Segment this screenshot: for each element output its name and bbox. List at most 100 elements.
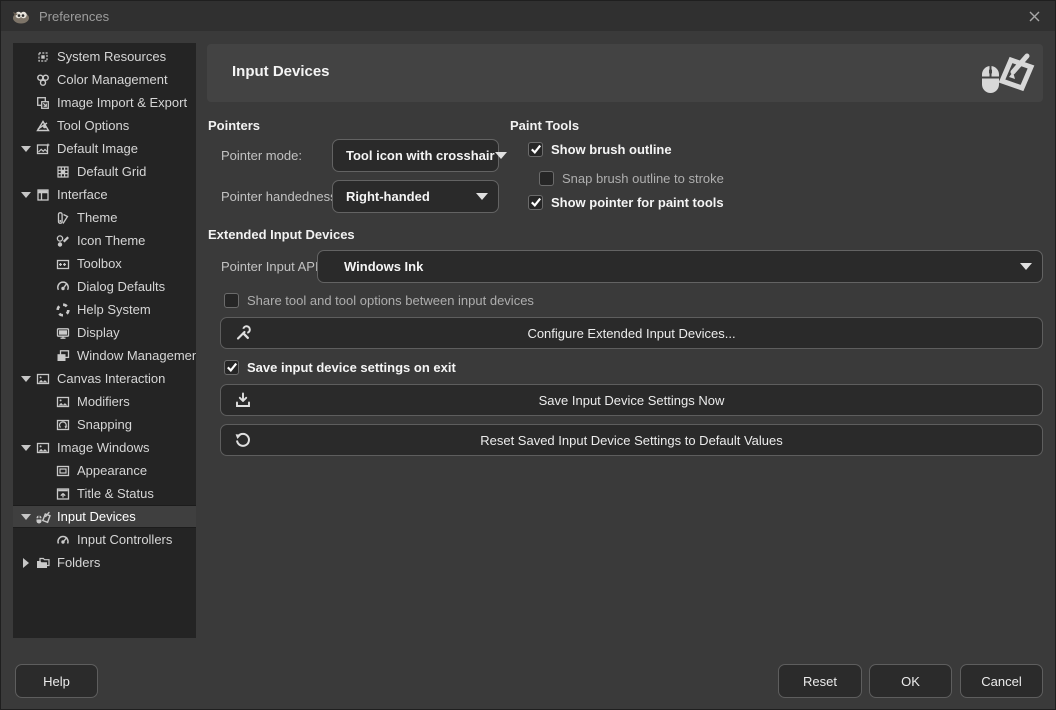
sidebar-item-label: Color Management — [57, 72, 168, 87]
share-tool-options-checkbox[interactable]: Share tool and tool options between inpu… — [224, 289, 534, 311]
expander-down-icon[interactable] — [17, 192, 35, 198]
reset-button[interactable]: Reset — [778, 664, 862, 698]
sidebar-item-label: Canvas Interaction — [57, 371, 165, 386]
sidebar-item-icon-theme[interactable]: Icon Theme — [13, 229, 196, 252]
checkbox-label: Snap brush outline to stroke — [562, 171, 724, 186]
dialog-defaults-icon — [55, 279, 71, 295]
sidebar-item-label: Input Devices — [57, 509, 136, 524]
show-pointer-for-paint-tools-checkbox[interactable]: Show pointer for paint tools — [528, 191, 724, 213]
page-header: Input Devices — [207, 44, 1043, 102]
configure-extended-input-devices-button[interactable]: Configure Extended Input Devices... — [220, 317, 1043, 349]
snap-brush-outline-checkbox[interactable]: Snap brush outline to stroke — [539, 167, 724, 189]
checkbox-icon[interactable] — [224, 293, 239, 308]
help-button[interactable]: Help — [15, 664, 98, 698]
gimp-wilber-icon — [11, 8, 31, 24]
theme-icon — [55, 210, 71, 226]
sidebar-item-folders[interactable]: Folders — [13, 551, 196, 574]
pointer-handedness-value: Right-handed — [346, 189, 430, 204]
pointer-mode-dropdown[interactable]: Tool icon with crosshair — [332, 139, 499, 172]
sidebar-item-window-management[interactable]: Window Management — [13, 344, 196, 367]
appearance-icon — [55, 463, 71, 479]
button-label: Reset — [803, 674, 837, 689]
expander-down-icon[interactable] — [17, 514, 35, 520]
checkbox-icon[interactable] — [224, 360, 239, 375]
checkbox-label: Share tool and tool options between inpu… — [247, 293, 534, 308]
sidebar-item-toolbox[interactable]: Toolbox — [13, 252, 196, 275]
folders-icon — [35, 555, 51, 571]
preferences-window: Preferences System Resources Color Manage… — [0, 0, 1056, 710]
pointer-handedness-dropdown[interactable]: Right-handed — [332, 180, 499, 213]
sidebar-item-label: Appearance — [77, 463, 147, 478]
sidebar-item-label: Image Windows — [57, 440, 149, 455]
sidebar-item-label: Display — [77, 325, 120, 340]
sidebar-item-default-image[interactable]: Default Image — [13, 137, 196, 160]
sidebar-item-image-import-export[interactable]: Image Import & Export — [13, 91, 196, 114]
default-image-icon — [35, 141, 51, 157]
sidebar-item-label: Input Controllers — [77, 532, 172, 547]
sidebar-item-color-management[interactable]: Color Management — [13, 68, 196, 91]
sidebar-item-interface[interactable]: Interface — [13, 183, 196, 206]
expander-down-icon[interactable] — [17, 445, 35, 451]
sidebar-item-help-system[interactable]: Help System — [13, 298, 196, 321]
sidebar-item-canvas-interaction[interactable]: Canvas Interaction — [13, 367, 196, 390]
checkbox-icon[interactable] — [539, 171, 554, 186]
input-devices-page: Input Devices Pointers Pointer mode: Too… — [207, 44, 1043, 614]
color-management-icon — [35, 72, 51, 88]
sidebar-item-label: Icon Theme — [77, 233, 145, 248]
default-grid-icon — [55, 164, 71, 180]
input-devices-icon — [977, 53, 1035, 95]
page-title: Input Devices — [232, 63, 330, 80]
show-brush-outline-checkbox[interactable]: Show brush outline — [528, 138, 672, 160]
sidebar-item-label: Modifiers — [77, 394, 130, 409]
modifiers-icon — [55, 394, 71, 410]
save-input-device-settings-now-button[interactable]: Save Input Device Settings Now — [220, 384, 1043, 416]
image-import-export-icon — [35, 95, 51, 111]
sidebar-item-tool-options[interactable]: Tool Options — [13, 114, 196, 137]
sidebar-item-image-windows[interactable]: Image Windows — [13, 436, 196, 459]
save-input-device-settings-on-exit-checkbox[interactable]: Save input device settings on exit — [224, 356, 456, 378]
checkbox-icon[interactable] — [528, 195, 543, 210]
checkbox-label: Show brush outline — [551, 142, 672, 157]
close-button[interactable] — [1023, 5, 1045, 27]
paint-tools-section-title: Paint Tools — [510, 118, 579, 133]
sidebar-item-title-status[interactable]: Title & Status — [13, 482, 196, 505]
expander-down-icon[interactable] — [17, 376, 35, 382]
window-title: Preferences — [39, 9, 109, 24]
pointer-input-api-dropdown[interactable]: Windows Ink — [317, 250, 1043, 283]
ok-button[interactable]: OK — [869, 664, 952, 698]
sidebar-item-appearance[interactable]: Appearance — [13, 459, 196, 482]
close-icon — [1028, 10, 1041, 23]
sidebar-item-label: Default Image — [57, 141, 138, 156]
extended-input-devices-section-title: Extended Input Devices — [208, 227, 355, 242]
pointer-handedness-label: Pointer handedness: — [221, 180, 340, 213]
sidebar-item-theme[interactable]: Theme — [13, 206, 196, 229]
reset-saved-input-device-settings-button[interactable]: Reset Saved Input Device Settings to Def… — [220, 424, 1043, 456]
sidebar-item-snapping[interactable]: Snapping — [13, 413, 196, 436]
sidebar-item-input-controllers[interactable]: Input Controllers — [13, 528, 196, 551]
sidebar-item-system-resources[interactable]: System Resources — [13, 45, 196, 68]
sidebar-item-modifiers[interactable]: Modifiers — [13, 390, 196, 413]
preferences-tree: System Resources Color Management Image Im… — [13, 43, 196, 638]
sidebar-item-label: Default Grid — [77, 164, 146, 179]
checkbox-icon[interactable] — [528, 142, 543, 157]
button-label: Save Input Device Settings Now — [221, 393, 1042, 408]
sidebar-item-label: Tool Options — [57, 118, 129, 133]
sidebar-item-display[interactable]: Display — [13, 321, 196, 344]
sidebar-item-label: Interface — [57, 187, 108, 202]
sidebar-item-label: Title & Status — [77, 486, 154, 501]
sidebar-item-default-grid[interactable]: Default Grid — [13, 160, 196, 183]
cancel-button[interactable]: Cancel — [960, 664, 1043, 698]
sidebar-item-input-devices[interactable]: Input Devices — [13, 505, 196, 528]
sidebar-item-dialog-defaults[interactable]: Dialog Defaults — [13, 275, 196, 298]
pointers-section-title: Pointers — [208, 118, 260, 133]
pointer-input-api-label: Pointer Input API: — [221, 250, 322, 283]
snapping-icon — [55, 417, 71, 433]
icon-theme-icon — [55, 233, 71, 249]
button-label: Cancel — [981, 674, 1021, 689]
button-label: Help — [43, 674, 70, 689]
expander-right-icon[interactable] — [17, 558, 35, 568]
expander-down-icon[interactable] — [17, 146, 35, 152]
tool-options-icon — [35, 118, 51, 134]
button-label: OK — [901, 674, 920, 689]
sidebar-item-label: Image Import & Export — [57, 95, 187, 110]
